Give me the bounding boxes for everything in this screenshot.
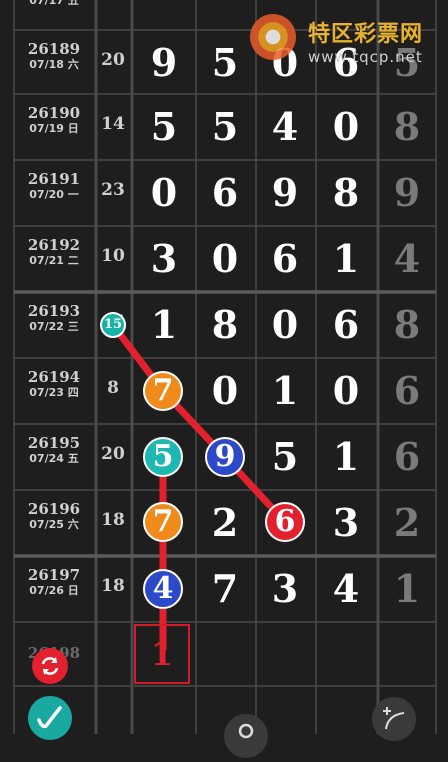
refresh-icon xyxy=(41,657,59,675)
refresh-button[interactable] xyxy=(32,648,68,684)
highlight-ball: 6 xyxy=(265,502,305,542)
curve-draw-icon xyxy=(383,707,405,730)
watermark-logo-icon xyxy=(250,14,296,60)
watermark-title: 特区彩票网 xyxy=(308,22,424,47)
pen-icon xyxy=(37,706,62,729)
watermark: 特区彩票网 www.tqcp.net xyxy=(250,12,440,72)
curve-draw-button[interactable] xyxy=(372,697,416,741)
highlight-ball: 7 xyxy=(143,371,183,411)
trend-line-layer xyxy=(110,322,288,650)
highlight-ball: 5 xyxy=(143,437,183,477)
highlight-ball: 15 xyxy=(100,312,126,338)
prediction-cell[interactable]: 1 xyxy=(134,624,190,684)
trend-chart: 07/17 五 26189 07/18 六 20 9 5 0 6 5 26190 07/19 日1… xyxy=(0,0,448,758)
search-button[interactable] xyxy=(224,714,268,758)
watermark-url: www.tqcp.net xyxy=(308,48,423,66)
highlight-ball: 7 xyxy=(143,502,183,542)
pen-tool-button[interactable] xyxy=(28,696,72,740)
highlight-ball: 4 xyxy=(143,569,183,609)
search-icon xyxy=(238,723,254,739)
trend-line xyxy=(110,322,288,525)
highlight-ball: 9 xyxy=(205,437,245,477)
